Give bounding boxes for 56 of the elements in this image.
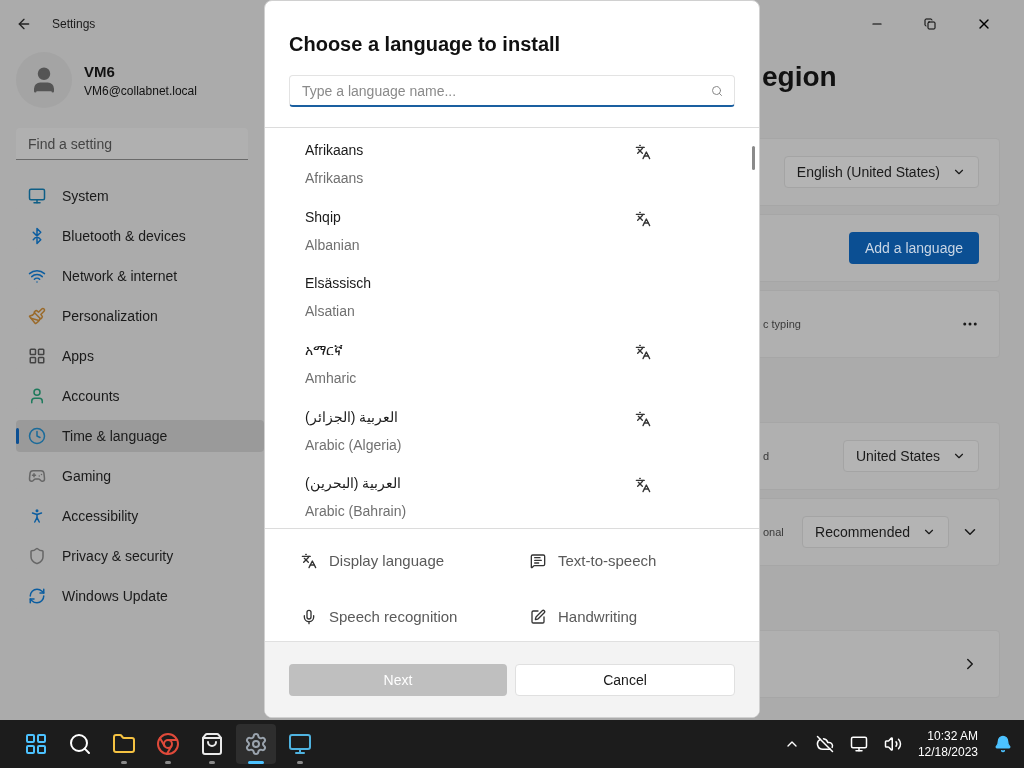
shield-icon [28, 547, 46, 565]
sidebar-item[interactable]: Time & language [16, 420, 264, 452]
user-email: VM6@collabnet.local [84, 83, 197, 100]
taskbar-app[interactable] [236, 724, 276, 764]
window-title: Settings [52, 16, 96, 32]
add-language-button[interactable]: Add a language [848, 232, 979, 264]
scrollbar-thumb[interactable] [752, 146, 755, 170]
language-item[interactable]: Elsässisch Alsatian [265, 261, 759, 328]
dialog-title: Choose a language to install [289, 32, 562, 57]
search-field[interactable]: Find a setting [16, 128, 248, 160]
folder-icon [112, 732, 136, 756]
feature-label: Speech recognition [329, 606, 458, 627]
network-icon[interactable] [849, 735, 868, 753]
user-name: VM6 [84, 61, 116, 82]
back-icon[interactable] [16, 16, 32, 32]
speaker-icon[interactable] [883, 735, 902, 753]
dropdown[interactable]: Recommended [802, 516, 949, 548]
page-title: egion [762, 61, 837, 92]
language-item[interactable]: Shqip Albanian [265, 194, 759, 262]
notification-icon[interactable] [994, 735, 1012, 753]
restore-icon[interactable] [924, 18, 936, 30]
dropdown[interactable]: United States [842, 440, 979, 472]
feature-label: Text-to-speech [558, 550, 657, 571]
pen-icon [530, 609, 546, 625]
feature-label: Handwriting [558, 606, 638, 627]
search-icon [68, 732, 92, 756]
windows-start-icon [24, 732, 48, 756]
store-icon [200, 732, 224, 756]
gamepad-icon [28, 467, 46, 485]
setting-label: c typing [763, 316, 801, 332]
language-item[interactable]: Afrikaans Afrikaans [265, 128, 759, 195]
apps-icon [28, 347, 46, 365]
cancel-button[interactable]: Cancel [515, 663, 735, 696]
language-icon [301, 553, 317, 569]
monitor-icon [28, 187, 46, 205]
feature-label: Display language [329, 550, 445, 571]
refresh-icon [28, 587, 46, 605]
cloud-off-icon[interactable] [815, 735, 834, 753]
speech-bubble-icon [530, 553, 546, 569]
selection-indicator [16, 428, 19, 444]
language-search-field[interactable]: Type a language name... [289, 75, 735, 107]
dropdown[interactable]: English (United States) [783, 156, 979, 188]
clock-date[interactable]: 12/18/2023 [917, 744, 978, 760]
browser-icon [156, 732, 180, 756]
person-icon [28, 387, 46, 405]
clock-time[interactable]: 10:32 AM [927, 728, 978, 744]
language-item[interactable]: አማርኛ Amharic [265, 328, 759, 395]
settings-icon [244, 732, 268, 756]
brush-icon [28, 307, 46, 325]
clock-icon [28, 427, 46, 445]
setting-label: d [763, 448, 770, 464]
monitor-icon [288, 732, 312, 756]
microphone-icon [301, 609, 317, 625]
search-icon [711, 85, 723, 97]
wifi-icon [28, 267, 46, 285]
setting-label: onal [763, 524, 784, 540]
